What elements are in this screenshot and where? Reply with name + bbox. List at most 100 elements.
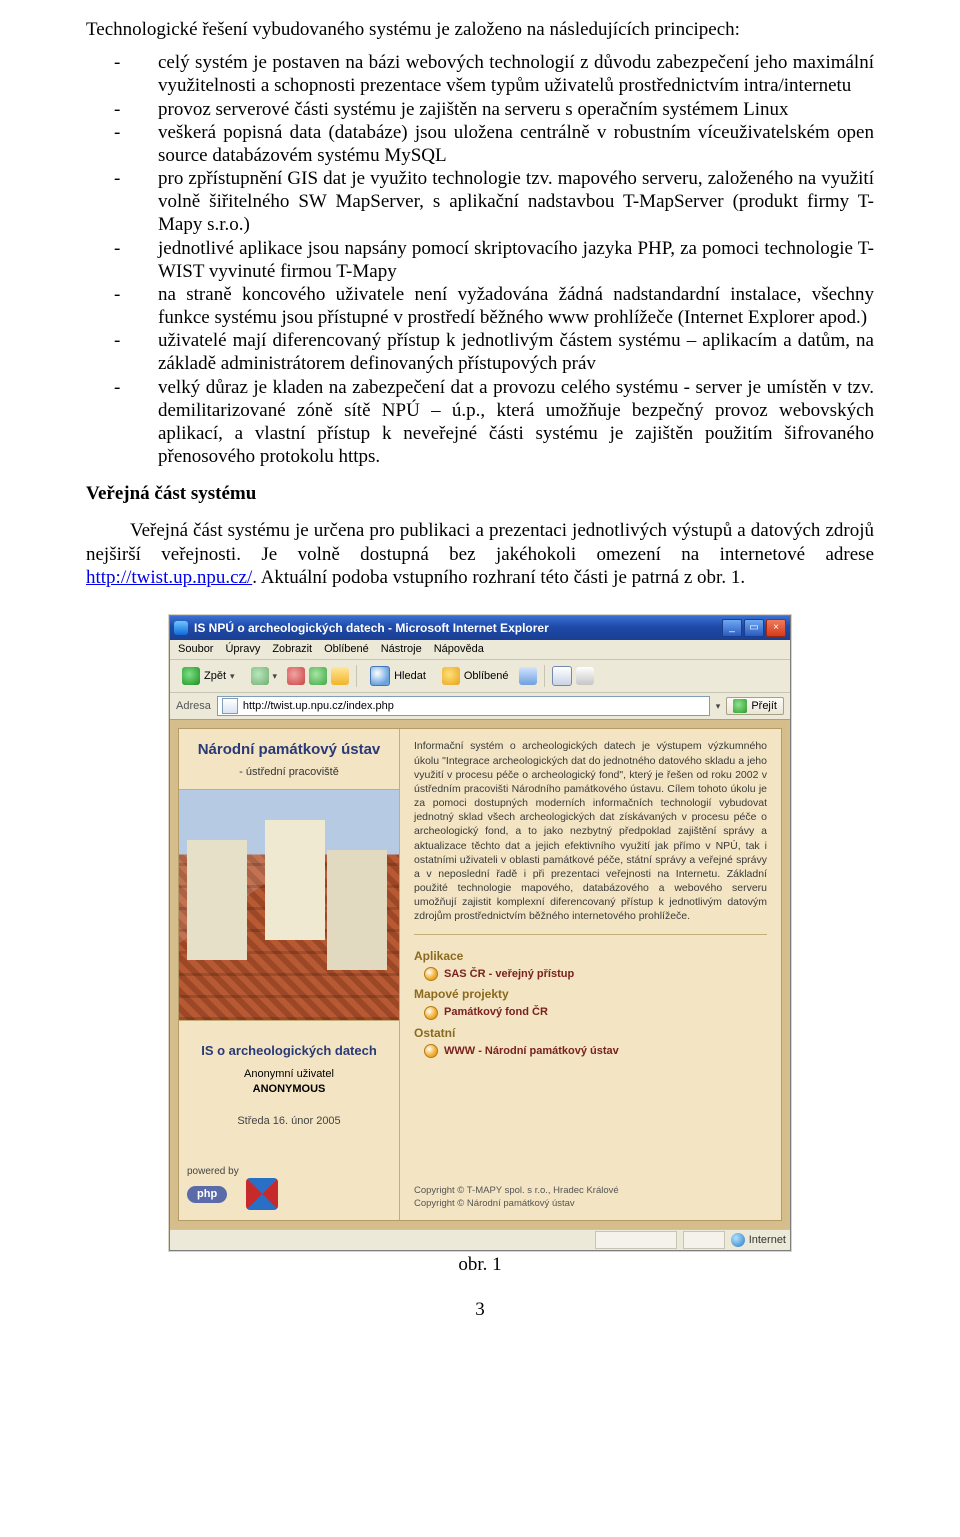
current-date: Středa 16. únor 2005 [179, 1097, 399, 1146]
list-item: provoz serverové části systému je zajišt… [134, 98, 874, 121]
page-icon [222, 698, 238, 714]
search-icon [370, 666, 390, 686]
powered-by: powered by php [179, 1146, 399, 1220]
globe-icon [731, 1233, 745, 1247]
print-icon[interactable] [576, 667, 594, 685]
url-input[interactable]: http://twist.up.npu.cz/index.php [217, 696, 710, 716]
divider [414, 934, 767, 935]
home-icon[interactable] [331, 667, 349, 685]
history-icon[interactable] [519, 667, 537, 685]
info-icon [424, 1006, 438, 1020]
intro-paragraph: Technologické řešení vybudovaného systém… [86, 18, 874, 41]
user-info: Anonymní uživatel ANONYMOUS [179, 1067, 399, 1097]
section-paragraph: Veřejná část systému je určena pro publi… [86, 519, 874, 589]
info-icon [424, 967, 438, 981]
anon-username: ANONYMOUS [179, 1082, 399, 1097]
menu-oblibene[interactable]: Oblíbené [324, 643, 369, 656]
section-text-pre: Veřejná část systému je určena pro publi… [86, 520, 874, 564]
window-titlebar[interactable]: IS NPÚ o archeologických datech - Micros… [170, 616, 790, 640]
sidebar: Národní památkový ústav - ústřední praco… [179, 729, 400, 1220]
section-heading: Veřejná část systému [86, 482, 874, 505]
toolbar: Zpět ▾ ▾ Hledat Oblíbené [170, 660, 790, 693]
refresh-icon[interactable] [309, 667, 327, 685]
menu-upravy[interactable]: Úpravy [225, 643, 260, 656]
list-item: uživatelé mají diferencovaný přístup k j… [134, 329, 874, 375]
minimize-button[interactable]: _ [722, 619, 742, 637]
toolbar-separator [544, 665, 545, 687]
status-zone-text: Internet [749, 1234, 786, 1247]
page-content: Národní památkový ústav - ústřední praco… [170, 720, 790, 1229]
illustration [179, 789, 399, 1021]
toolbar-separator [356, 665, 357, 687]
menu-nastroje[interactable]: Nástroje [381, 643, 422, 656]
back-label: Zpět [204, 670, 226, 683]
menu-zobrazit[interactable]: Zobrazit [272, 643, 312, 656]
address-bar: Adresa http://twist.up.npu.cz/index.php … [170, 693, 790, 720]
status-zone: Internet [731, 1233, 786, 1247]
browser-window: IS NPÚ o archeologických datech - Micros… [169, 615, 791, 1251]
info-icon [424, 1044, 438, 1058]
link-pamatkovy-fond[interactable]: Památkový fond ČR [414, 1002, 767, 1022]
list-item: celý systém je postaven na bázi webových… [134, 51, 874, 97]
tmapy-logo-icon [246, 1178, 278, 1210]
org-title: Národní památkový ústav [179, 729, 399, 765]
chevron-down-icon: ▾ [230, 671, 235, 682]
link-www-npu-text[interactable]: WWW - Národní památkový ústav [444, 1045, 619, 1058]
chevron-down-icon: ▾ [273, 671, 278, 682]
star-icon [442, 667, 460, 685]
search-label: Hledat [394, 670, 426, 683]
section-mapove-projekty: Mapové projekty [414, 987, 767, 1002]
go-icon [733, 699, 747, 713]
list-item: veškerá popisná data (databáze) jsou ulo… [134, 121, 874, 167]
mail-icon[interactable] [552, 666, 572, 686]
maximize-button[interactable]: ▭ [744, 619, 764, 637]
copyright-line-2: Copyright © Národní památkový ústav [414, 1197, 767, 1210]
link-pamatkovy-fond-text[interactable]: Památkový fond ČR [444, 1006, 548, 1019]
section-ostatni: Ostatní [414, 1026, 767, 1041]
app-title: IS o archeologických datech [179, 1021, 399, 1067]
section-aplikace: Aplikace [414, 949, 767, 964]
section-text-post: . Aktuální podoba vstupního rozhraní tét… [252, 567, 745, 588]
link-sas-cr[interactable]: SAS ČR - veřejný přístup [414, 963, 767, 983]
org-subtitle: - ústřední pracoviště [179, 766, 399, 789]
php-logo: php [187, 1186, 227, 1203]
list-item: jednotlivé aplikace jsou napsány pomocí … [134, 237, 874, 283]
link-www-npu[interactable]: WWW - Národní památkový ústav [414, 1040, 767, 1060]
window-title: IS NPÚ o archeologických datech - Micros… [194, 621, 722, 636]
close-button[interactable]: × [766, 619, 786, 637]
go-label: Přejít [751, 700, 777, 713]
copyright: Copyright © T-MAPY spol. s r.o., Hradec … [414, 1160, 767, 1211]
back-button[interactable]: Zpět ▾ [176, 664, 241, 688]
menu-napoveda[interactable]: Nápověda [434, 643, 484, 656]
anon-label: Anonymní uživatel [179, 1067, 399, 1082]
figure-caption: obr. 1 [86, 1253, 874, 1276]
principles-list: celý systém je postaven na bázi webových… [86, 51, 874, 468]
status-cell [683, 1231, 725, 1249]
address-label: Adresa [176, 700, 211, 713]
favorites-button[interactable]: Oblíbené [436, 664, 515, 688]
chevron-down-icon[interactable]: ▾ [716, 701, 721, 712]
powered-label: powered by [187, 1166, 239, 1177]
public-url-link[interactable]: http://twist.up.npu.cz/ [86, 567, 252, 588]
status-cell [595, 1231, 677, 1249]
menu-soubor[interactable]: Soubor [178, 643, 213, 656]
favorites-label: Oblíbené [464, 670, 509, 683]
copyright-line-1: Copyright © T-MAPY spol. s r.o., Hradec … [414, 1184, 767, 1197]
forward-button[interactable]: ▾ [245, 664, 284, 688]
go-button[interactable]: Přejít [726, 697, 784, 715]
list-item: velký důraz je kladen na zabezpečení dat… [134, 376, 874, 469]
stop-icon[interactable] [287, 667, 305, 685]
forward-icon [251, 667, 269, 685]
url-text: http://twist.up.npu.cz/index.php [243, 700, 394, 713]
description-text: Informační systém o archeologických date… [414, 739, 767, 923]
list-item: na straně koncového uživatele není vyžad… [134, 283, 874, 329]
status-bar: Internet [170, 1229, 790, 1250]
list-item: pro zpřístupnění GIS dat je využito tech… [134, 167, 874, 237]
menu-bar: Soubor Úpravy Zobrazit Oblíbené Nástroje… [170, 640, 790, 660]
back-icon [182, 667, 200, 685]
main-panel: Informační systém o archeologických date… [400, 729, 781, 1220]
ie-icon [174, 621, 188, 635]
link-sas-cr-text[interactable]: SAS ČR - veřejný přístup [444, 968, 574, 981]
search-button[interactable]: Hledat [364, 663, 432, 689]
page-number: 3 [86, 1298, 874, 1321]
